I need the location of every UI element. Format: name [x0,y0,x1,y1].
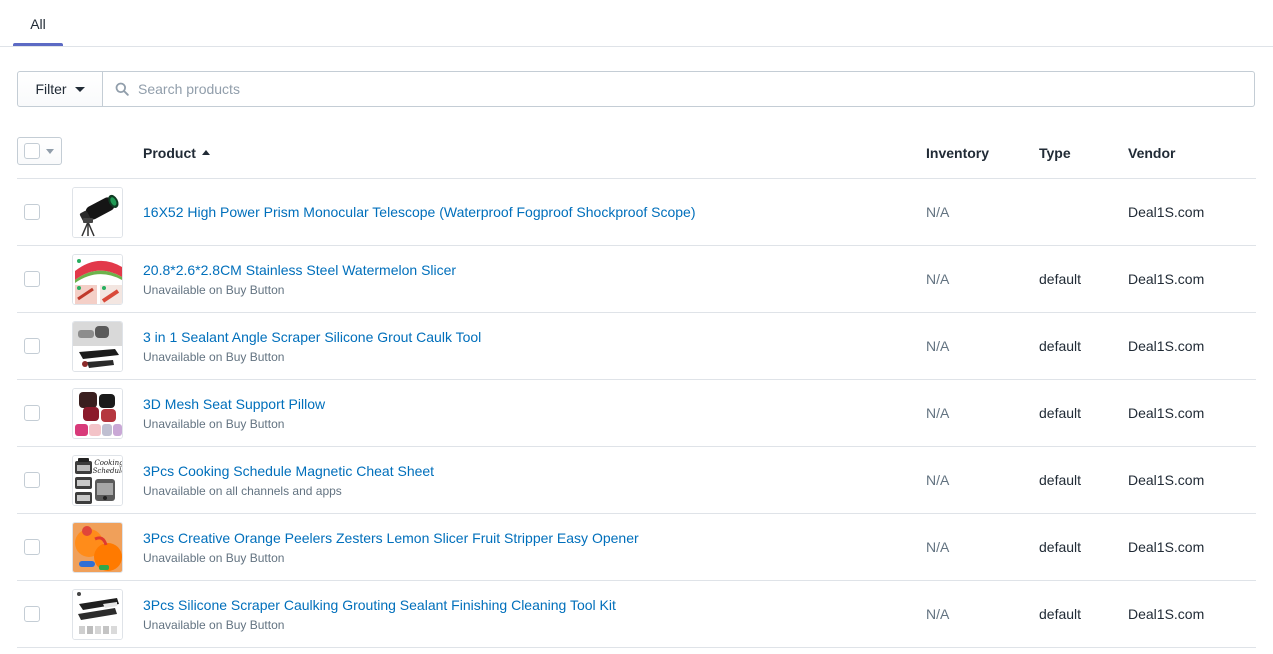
bulk-select-dropdown[interactable] [17,137,62,165]
product-info: 3Pcs Silicone Scraper Caulking Grouting … [143,581,616,647]
column-header-product[interactable]: Product [143,126,210,179]
row-checkbox[interactable] [24,271,40,287]
product-thumbnail[interactable] [72,187,123,238]
product-info: 3Pcs Cooking Schedule Magnetic Cheat She… [143,447,434,513]
sort-ascending-icon [201,150,210,155]
column-header-inventory: Inventory [926,144,990,161]
row-checkbox[interactable] [24,606,40,622]
product-row[interactable]: 20.8*2.6*2.8CM Stainless Steel Watermelo… [17,246,1256,313]
product-title-link[interactable]: 3D Mesh Seat Support Pillow [143,394,325,414]
product-row[interactable]: 3 in 1 Sealant Angle Scraper Silicone Gr… [17,313,1256,380]
thumbnail-text: Cooking [94,459,123,467]
type-cell: default [1039,539,1082,555]
column-header-vendor: Vendor [1128,144,1176,161]
product-availability-note: Unavailable on Buy Button [143,416,285,431]
type-cell: default [1039,338,1082,354]
row-checkbox[interactable] [24,472,40,488]
row-checkbox[interactable] [24,338,40,354]
row-checkbox[interactable] [24,405,40,421]
product-availability-note: Unavailable on Buy Button [143,550,285,565]
column-header-type: Type [1039,144,1071,161]
select-all-checkbox[interactable] [24,143,40,159]
vendor-cell: Deal1S.com [1128,204,1205,220]
chevron-down-icon [46,148,54,154]
product-thumbnail[interactable] [72,321,123,372]
vendor-cell: Deal1S.com [1128,338,1205,354]
active-tab-indicator [13,43,63,46]
tab-bar: All [0,0,1273,47]
product-info: 20.8*2.6*2.8CM Stainless Steel Watermelo… [143,246,456,312]
table-header: Product Inventory Type Vendor [17,126,1256,179]
product-title-link[interactable]: 3 in 1 Sealant Angle Scraper Silicone Gr… [143,327,481,347]
product-title-link[interactable]: 16X52 High Power Prism Monocular Telesco… [143,202,696,222]
caret-down-icon [74,87,85,92]
product-availability-note: Unavailable on all channels and apps [143,483,342,498]
product-row[interactable]: 3Pcs Creative Orange Peelers Zesters Lem… [17,514,1256,581]
column-header-product-label: Product [143,144,196,161]
thumbnail-text: Schedule [93,467,123,475]
inventory-cell: N/A [926,539,950,555]
product-info: 3 in 1 Sealant Angle Scraper Silicone Gr… [143,313,481,379]
tab-all[interactable]: All [13,0,63,47]
product-title-link[interactable]: 3Pcs Creative Orange Peelers Zesters Lem… [143,528,639,548]
product-availability-note: Unavailable on Buy Button [143,349,285,364]
search-input[interactable] [138,81,1254,97]
product-info: 3Pcs Creative Orange Peelers Zesters Lem… [143,514,639,580]
row-checkbox[interactable] [24,204,40,220]
product-thumbnail[interactable] [72,388,123,439]
type-cell: default [1039,271,1082,287]
product-row[interactable]: 3D Mesh Seat Support Pillow Unavailable o… [17,380,1256,447]
product-info: 16X52 High Power Prism Monocular Telesco… [143,179,696,245]
vendor-cell: Deal1S.com [1128,405,1205,421]
product-thumbnail[interactable] [72,522,123,573]
product-availability-note: Unavailable on Buy Button [143,282,285,297]
tab-all-label: All [30,15,46,32]
inventory-cell: N/A [926,606,950,622]
type-cell: default [1039,472,1082,488]
search-box[interactable] [103,71,1255,107]
vendor-cell: Deal1S.com [1128,606,1205,622]
inventory-cell: N/A [926,338,950,354]
product-availability-note: Unavailable on Buy Button [143,617,285,632]
row-checkbox[interactable] [24,539,40,555]
filter-button-label: Filter [35,81,67,97]
product-thumbnail[interactable]: Cooking Schedule [72,455,123,506]
product-info: 3D Mesh Seat Support Pillow Unavailable o… [143,380,325,446]
product-title-link[interactable]: 3Pcs Silicone Scraper Caulking Grouting … [143,595,616,615]
type-cell: default [1039,606,1082,622]
search-icon [115,82,129,96]
inventory-cell: N/A [926,405,950,421]
product-thumbnail[interactable] [72,254,123,305]
vendor-cell: Deal1S.com [1128,271,1205,287]
product-row[interactable]: Cooking Schedule 3Pcs Cooking Schedule Mag… [17,447,1256,514]
product-row[interactable]: 3Pcs Silicone Scraper Caulking Grouting … [17,581,1256,648]
type-cell: default [1039,405,1082,421]
product-title-link[interactable]: 3Pcs Cooking Schedule Magnetic Cheat She… [143,461,434,481]
product-thumbnail[interactable] [72,589,123,640]
vendor-cell: Deal1S.com [1128,539,1205,555]
product-title-link[interactable]: 20.8*2.6*2.8CM Stainless Steel Watermelo… [143,260,456,280]
filter-button[interactable]: Filter [17,71,103,107]
product-row[interactable]: 16X52 High Power Prism Monocular Telesco… [17,179,1256,246]
inventory-cell: N/A [926,472,950,488]
inventory-cell: N/A [926,271,950,287]
inventory-cell: N/A [926,204,950,220]
filter-bar: Filter [17,71,1255,107]
vendor-cell: Deal1S.com [1128,472,1205,488]
